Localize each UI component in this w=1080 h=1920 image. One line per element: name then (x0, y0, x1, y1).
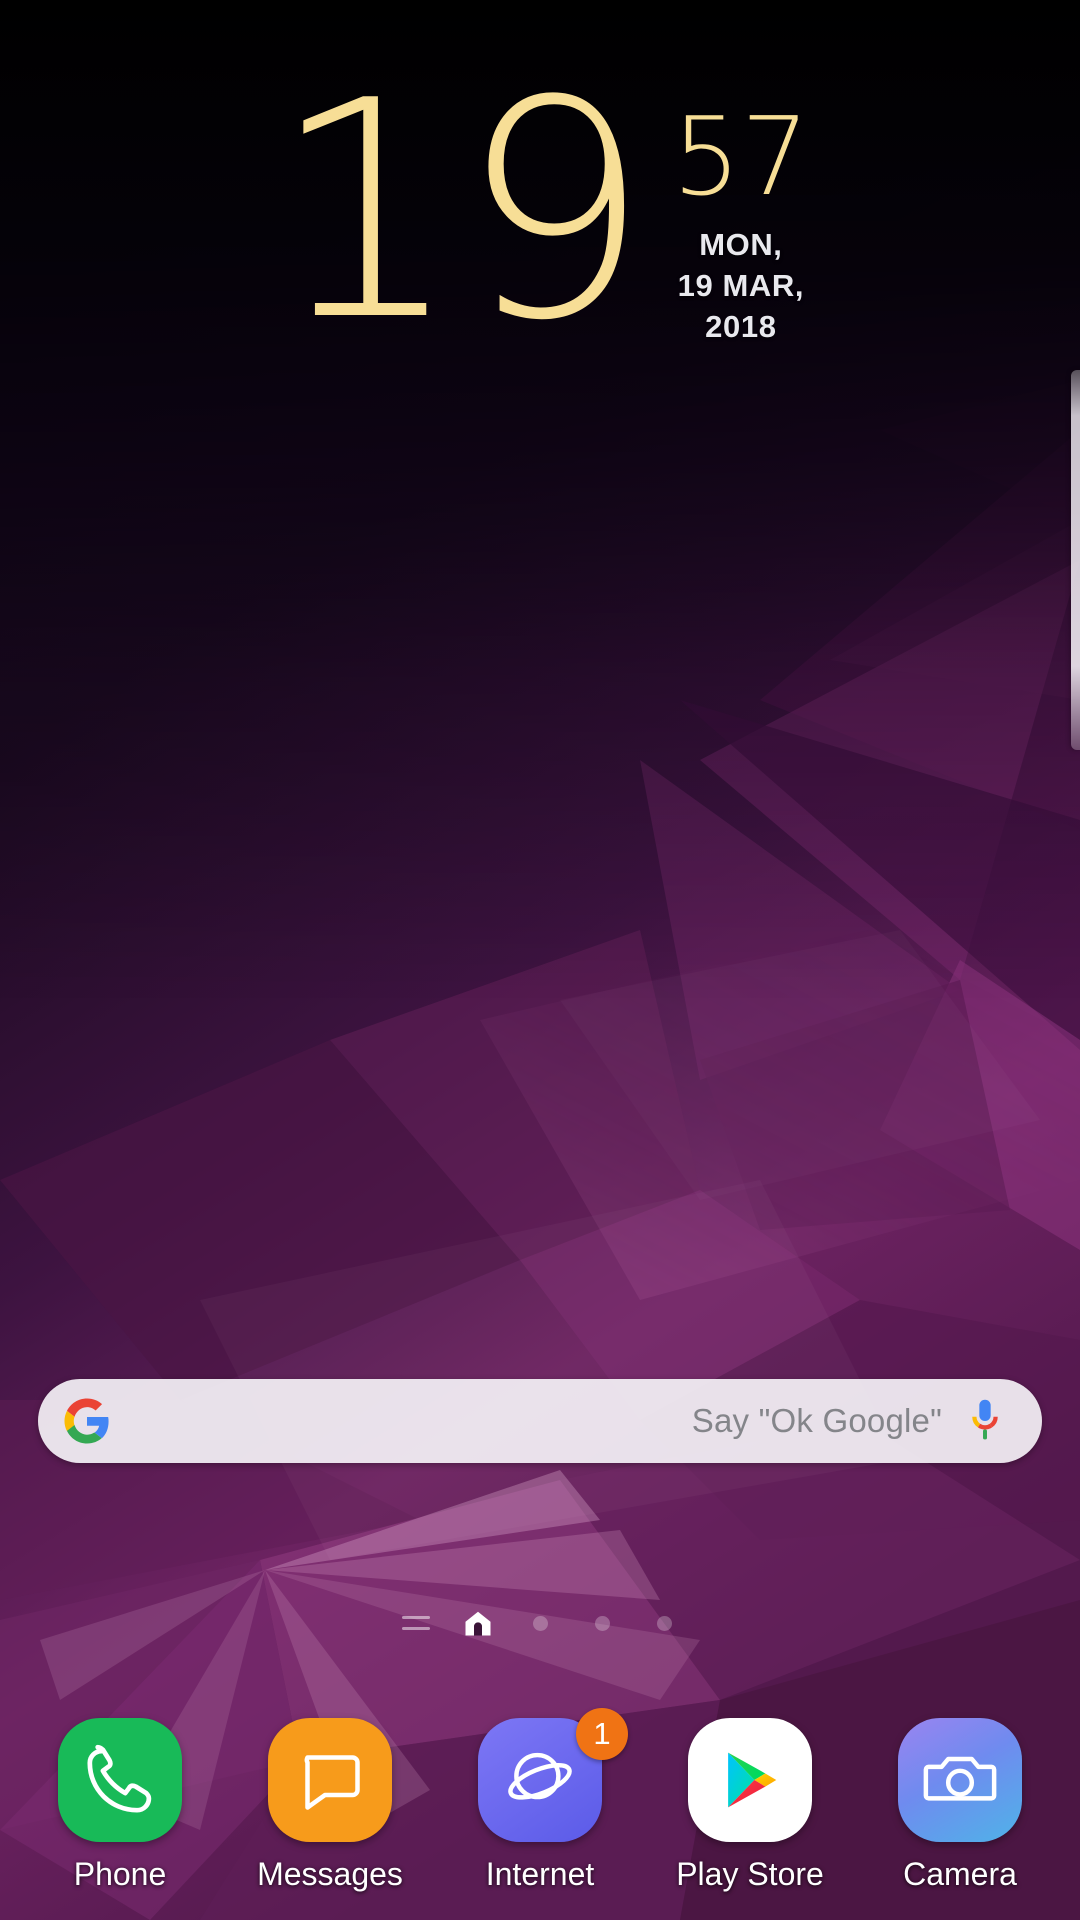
dock-app-label: Play Store (676, 1856, 824, 1892)
speech-bubble-glyph (304, 1755, 360, 1810)
play-triangle-icon[interactable] (688, 1718, 812, 1842)
dock-app-label: Internet (485, 1856, 595, 1892)
notification-badge: 1 (576, 1708, 628, 1760)
microphone-icon[interactable] (968, 1398, 1002, 1444)
dock-app-label: Camera (903, 1856, 1017, 1892)
home-glyph-icon (465, 1611, 491, 1636)
dock-app-messages[interactable]: Messages (238, 1718, 422, 1893)
google-search-bar[interactable]: Say "Ok Google" (38, 1379, 1042, 1463)
camera-icon[interactable] (898, 1718, 1022, 1842)
speech-bubble-icon[interactable] (268, 1718, 392, 1842)
page-dot-2[interactable] (509, 1600, 571, 1646)
clock-weekday: MON, (699, 226, 783, 262)
page-dot-3[interactable] (571, 1600, 633, 1646)
bixby-hamburger-icon[interactable] (385, 1600, 447, 1646)
page-dot-4[interactable] (633, 1600, 695, 1646)
dock-app-phone[interactable]: Phone (28, 1718, 212, 1893)
dock-app-internet[interactable]: 1 Internet (448, 1708, 632, 1893)
dock: Phone Messages 1 Internet Play Store Cam… (0, 1708, 1080, 1893)
clock-widget[interactable]: 19 57 MON, 19 MAR, 2018 (0, 37, 1080, 386)
phone-handset-icon[interactable] (58, 1718, 182, 1842)
home-icon[interactable] (447, 1600, 509, 1646)
clock-minute: 57 (672, 95, 810, 220)
clock-hour: 19 (270, 37, 650, 386)
planet-orbit-glyph (508, 1752, 572, 1800)
search-placeholder: Say "Ok Google" (691, 1402, 942, 1439)
clock-year: 2018 (705, 309, 777, 345)
dock-app-label: Phone (73, 1856, 167, 1892)
page-indicators (0, 1600, 1080, 1646)
play-triangle-glyph (728, 1752, 777, 1808)
phone-handset-glyph (87, 1744, 152, 1813)
dock-app-play-store[interactable]: Play Store (658, 1718, 842, 1893)
clock-date: MON, 19 MAR, 2018 (678, 224, 805, 348)
dock-app-label: Messages (257, 1856, 403, 1892)
clock-date-line: 19 MAR, (677, 267, 805, 303)
camera-glyph (923, 1756, 997, 1801)
dock-app-camera[interactable]: Camera (868, 1718, 1052, 1893)
edge-panel-handle[interactable] (1071, 370, 1080, 750)
home-screen: 19 57 MON, 19 MAR, 2018 Say "Ok Google" (0, 0, 1080, 1920)
google-g-icon (64, 1398, 109, 1444)
